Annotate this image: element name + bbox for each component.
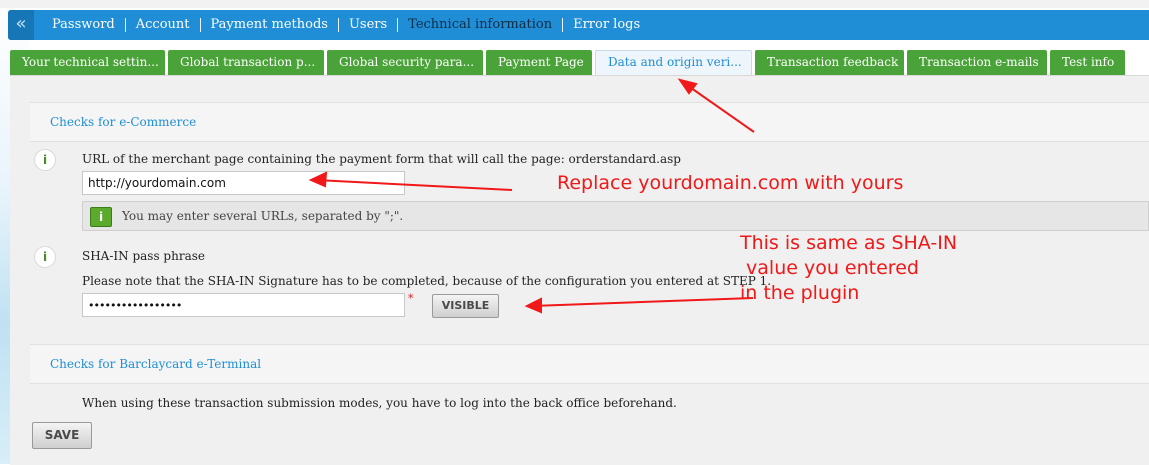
- arrow-to-sha-input: [531, 297, 754, 307]
- annotation-replace-domain: Replace yourdomain.com with yours: [557, 172, 904, 194]
- annotation-sha-line-1: This is same as SHA-IN: [740, 232, 958, 254]
- annotation-arrows: [308, 78, 755, 314]
- arrow-head: [308, 171, 328, 188]
- annotation-sha-line-3: in the plugin: [740, 282, 860, 304]
- arrow-head: [677, 78, 698, 95]
- arrow-to-url-input: [315, 179, 513, 191]
- arrow-head: [524, 297, 542, 314]
- annotation-sha-line-2: value you entered: [740, 257, 919, 279]
- arrow-to-tab: [683, 82, 755, 133]
